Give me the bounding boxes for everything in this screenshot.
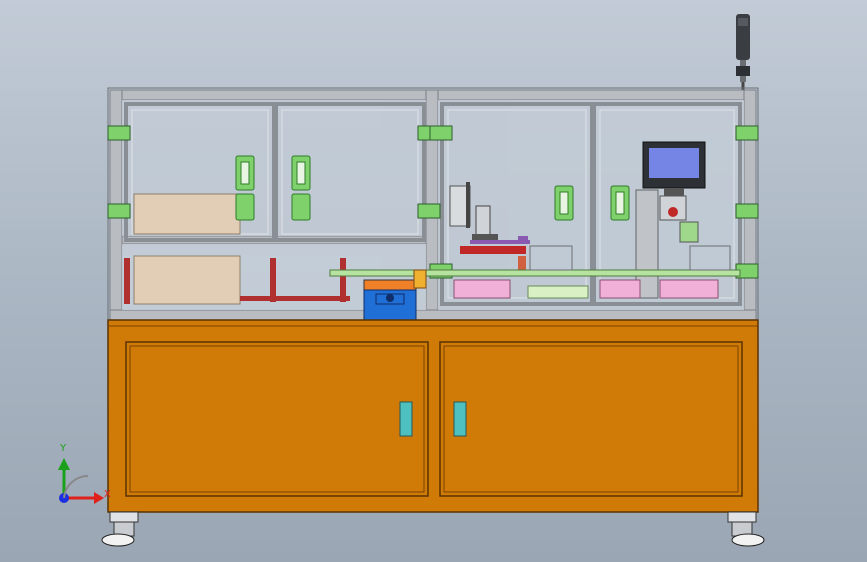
control-box[interactable] [363, 279, 417, 327]
door-handle-5[interactable] [610, 185, 630, 221]
cabinet-handle-right[interactable] [453, 401, 467, 437]
cad-viewport[interactable]: Y X [0, 0, 867, 562]
signal-tower-icon [736, 14, 750, 92]
leveling-feet [101, 511, 765, 547]
y-axis-label: Y [60, 443, 67, 454]
axis-triad [58, 458, 104, 504]
door-handle-2[interactable] [291, 155, 311, 191]
cabinet [107, 319, 759, 513]
door-handle-4[interactable] [554, 185, 574, 221]
touch-screen-icon[interactable] [642, 141, 706, 196]
door-handle-1[interactable] [235, 155, 255, 191]
cabinet-handle-left[interactable] [399, 401, 413, 437]
connector [413, 269, 427, 289]
x-axis-label: X [104, 489, 111, 500]
machine-model [58, 14, 765, 547]
